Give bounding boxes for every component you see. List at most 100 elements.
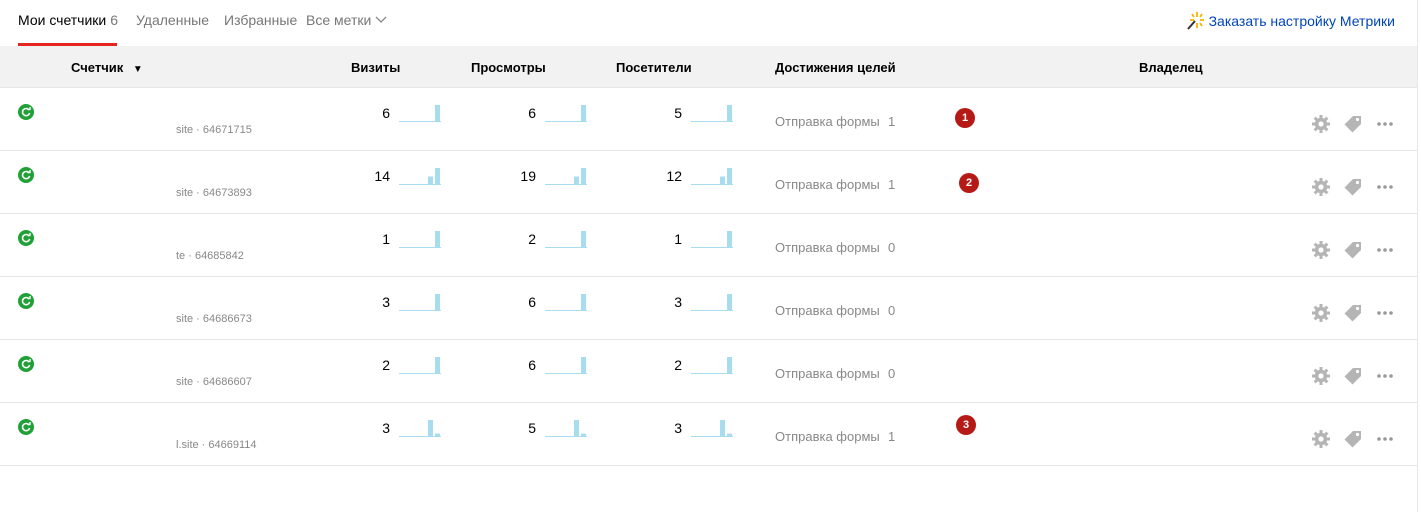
goal-name: Отправка формы <box>775 303 880 318</box>
page-right-edge <box>1417 0 1418 512</box>
views-sparkline <box>545 231 587 248</box>
gear-icon[interactable] <box>1310 176 1332 198</box>
annotation-badge: 2 <box>959 173 979 193</box>
more-dots-icon[interactable] <box>1374 302 1396 324</box>
order-setup-link[interactable]: Заказать настройку Метрики <box>1183 10 1395 32</box>
sparkline-bar <box>727 294 732 311</box>
tag-icon[interactable] <box>1342 428 1364 450</box>
header-goals[interactable]: Достижения целей <box>775 60 896 75</box>
counter-site-id[interactable]: site · 64671715 <box>176 124 252 136</box>
sparkline-bar <box>574 176 579 185</box>
tab-my-counters[interactable]: Мои счетчики 6 <box>18 12 118 28</box>
annotation-badge: 3 <box>956 415 976 435</box>
counter-site-id[interactable]: te · 64685842 <box>176 250 244 262</box>
refresh-icon <box>18 293 34 309</box>
visitors-sparkline <box>691 294 733 311</box>
goal-value: 1 <box>888 177 896 192</box>
visits-value: 3 <box>382 420 390 436</box>
goal-value: 1 <box>888 429 896 444</box>
counter-site-id[interactable]: site · 64673893 <box>176 187 252 199</box>
header-visitors[interactable]: Посетители <box>616 60 692 75</box>
refresh-icon <box>18 167 34 183</box>
sparkline-bar <box>435 294 440 311</box>
header-visits[interactable]: Визиты <box>351 60 400 75</box>
tab-deleted[interactable]: Удаленные <box>136 12 209 28</box>
all-tags-dropdown[interactable]: Все метки <box>306 12 387 28</box>
views-value: 19 <box>520 168 536 184</box>
visits-sparkline <box>399 231 441 248</box>
header-views[interactable]: Просмотры <box>471 60 546 75</box>
visits-sparkline <box>399 294 441 311</box>
gear-icon[interactable] <box>1310 428 1332 450</box>
all-tags-label: Все метки <box>306 12 372 28</box>
refresh-icon <box>18 104 34 120</box>
visitors-value: 5 <box>674 105 682 121</box>
visits-value: 6 <box>382 105 390 121</box>
goal-name: Отправка формы <box>775 366 880 381</box>
sparkline-bar <box>428 176 433 185</box>
sparkline-bar <box>435 168 440 185</box>
refresh-icon <box>18 356 34 372</box>
tab-favorites[interactable]: Избранные <box>224 12 297 28</box>
visitors-sparkline <box>691 105 733 122</box>
gear-icon[interactable] <box>1310 239 1332 261</box>
gear-icon[interactable] <box>1310 113 1332 135</box>
visits-sparkline <box>399 357 441 374</box>
tag-icon[interactable] <box>1342 302 1364 324</box>
sparkline-bar <box>428 420 433 437</box>
table-header: Счетчик ▼ Визиты Просмотры Посетители До… <box>0 46 1417 88</box>
more-dots-icon[interactable] <box>1374 365 1396 387</box>
annotation-badge: 1 <box>955 108 975 128</box>
visitors-sparkline <box>691 231 733 248</box>
chevron-down-icon <box>375 16 387 23</box>
refresh-icon <box>18 419 34 435</box>
more-dots-icon[interactable] <box>1374 239 1396 261</box>
tab-my-counters-count: 6 <box>110 12 119 28</box>
sparkline-bar <box>435 433 440 437</box>
sparkline-bar <box>435 105 440 122</box>
visits-value: 2 <box>382 357 390 373</box>
views-value: 2 <box>528 231 536 247</box>
goal-name: Отправка формы <box>775 114 880 129</box>
sparkline-bar <box>435 231 440 248</box>
more-dots-icon[interactable] <box>1374 113 1396 135</box>
header-counter[interactable]: Счетчик ▼ <box>71 60 143 75</box>
visitors-value: 3 <box>674 294 682 310</box>
sparkline-bar <box>720 176 725 185</box>
goal-name: Отправка формы <box>775 177 880 192</box>
sparkline-bar <box>581 357 586 374</box>
visitors-sparkline <box>691 357 733 374</box>
visits-sparkline <box>399 420 441 437</box>
tag-icon[interactable] <box>1342 365 1364 387</box>
more-dots-icon[interactable] <box>1374 176 1396 198</box>
goal-value: 0 <box>888 240 896 255</box>
visits-sparkline <box>399 168 441 185</box>
views-sparkline <box>545 294 587 311</box>
tag-icon[interactable] <box>1342 176 1364 198</box>
views-value: 6 <box>528 357 536 373</box>
counter-site-id[interactable]: site · 64686607 <box>176 376 252 388</box>
counter-site-id[interactable]: l.site · 64669114 <box>176 439 257 451</box>
table-row: l.site · 64669114 3 5 3 Отправка формы 1… <box>0 403 1417 466</box>
sparkline-bar <box>581 231 586 248</box>
sparkline-bar <box>727 168 732 185</box>
sparkline-bar <box>581 105 586 122</box>
visitors-sparkline <box>691 168 733 185</box>
tag-icon[interactable] <box>1342 113 1364 135</box>
visitors-value: 12 <box>666 168 682 184</box>
goal-name: Отправка формы <box>775 429 880 444</box>
visits-value: 1 <box>382 231 390 247</box>
gear-icon[interactable] <box>1310 365 1332 387</box>
views-sparkline <box>545 357 587 374</box>
tag-icon[interactable] <box>1342 239 1364 261</box>
visitors-value: 1 <box>674 231 682 247</box>
gear-icon[interactable] <box>1310 302 1332 324</box>
visits-value: 3 <box>382 294 390 310</box>
goal-value: 0 <box>888 303 896 318</box>
table-row: site · 64673893 14 19 12 Отправка формы … <box>0 151 1417 214</box>
counter-site-id[interactable]: site · 64686673 <box>176 313 252 325</box>
table-row: site · 64671715 6 6 5 Отправка формы 1 1 <box>0 88 1417 151</box>
more-dots-icon[interactable] <box>1374 428 1396 450</box>
visits-sparkline <box>399 105 441 122</box>
visitors-value: 3 <box>674 420 682 436</box>
